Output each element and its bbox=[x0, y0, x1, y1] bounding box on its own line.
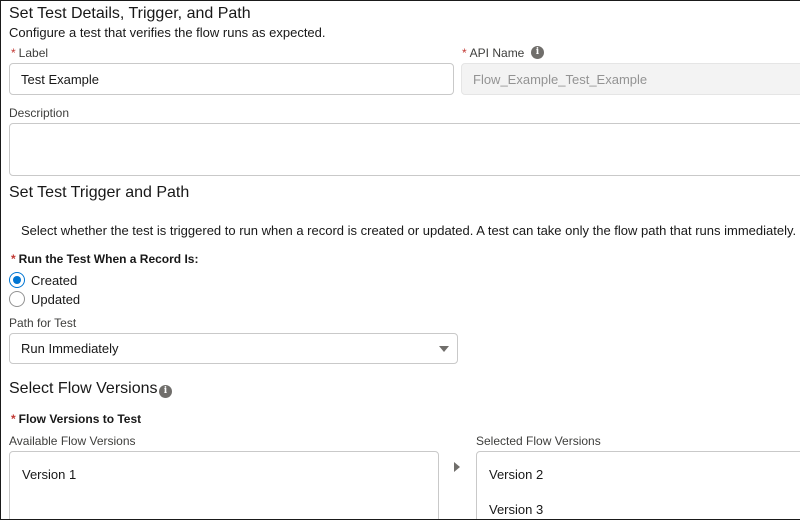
radio-button[interactable] bbox=[9, 291, 25, 307]
label-field-label: * Label bbox=[11, 46, 49, 60]
trigger-help-text: Select whether the test is triggered to … bbox=[21, 223, 797, 238]
test-details-panel: Set Test Details, Trigger, and Path Conf… bbox=[0, 0, 800, 520]
path-for-test-label: Path for Test bbox=[9, 316, 77, 330]
required-marker: * bbox=[11, 252, 16, 266]
info-icon[interactable]: i bbox=[159, 385, 172, 398]
list-item[interactable]: Version 3 bbox=[489, 502, 543, 517]
selected-versions-listbox[interactable]: Version 2 Version 3 bbox=[476, 451, 800, 519]
radio-label-updated: Updated bbox=[31, 291, 81, 307]
flow-versions-to-test-label: * Flow Versions to Test bbox=[11, 412, 142, 426]
label-input[interactable]: Test Example bbox=[9, 63, 454, 95]
available-versions-listbox[interactable]: Version 1 bbox=[9, 451, 439, 519]
path-select[interactable]: Run Immediately bbox=[9, 333, 458, 364]
list-item[interactable]: Version 1 bbox=[22, 467, 76, 482]
radio-updated[interactable]: Updated bbox=[9, 291, 80, 307]
radio-created[interactable]: Created bbox=[9, 272, 77, 288]
run-when-label: * Run the Test When a Record Is: bbox=[11, 252, 199, 266]
required-marker: * bbox=[11, 412, 16, 426]
api-name-input: Flow_Example_Test_Example bbox=[461, 63, 800, 95]
section-title-trigger: Set Test Trigger and Path bbox=[9, 184, 190, 201]
section-subtitle: Configure a test that verifies the flow … bbox=[9, 25, 326, 40]
chevron-down-icon bbox=[439, 346, 449, 352]
list-item[interactable]: Version 2 bbox=[489, 467, 543, 482]
section-title-versions: Select Flow Versions bbox=[9, 380, 158, 397]
required-marker: * bbox=[11, 46, 16, 60]
radio-label-created: Created bbox=[31, 272, 78, 288]
description-field-label: Description bbox=[9, 106, 70, 120]
selected-versions-label: Selected Flow Versions bbox=[476, 434, 601, 448]
required-marker: * bbox=[462, 46, 467, 60]
section-title-details: Set Test Details, Trigger, and Path bbox=[9, 5, 251, 22]
radio-button-checked[interactable] bbox=[9, 272, 25, 288]
available-versions-label: Available Flow Versions bbox=[9, 434, 136, 448]
description-textarea[interactable] bbox=[9, 123, 800, 176]
api-name-field-label: * API Name bbox=[462, 46, 525, 60]
info-icon[interactable]: i bbox=[531, 46, 544, 59]
move-right-icon[interactable] bbox=[454, 462, 460, 472]
